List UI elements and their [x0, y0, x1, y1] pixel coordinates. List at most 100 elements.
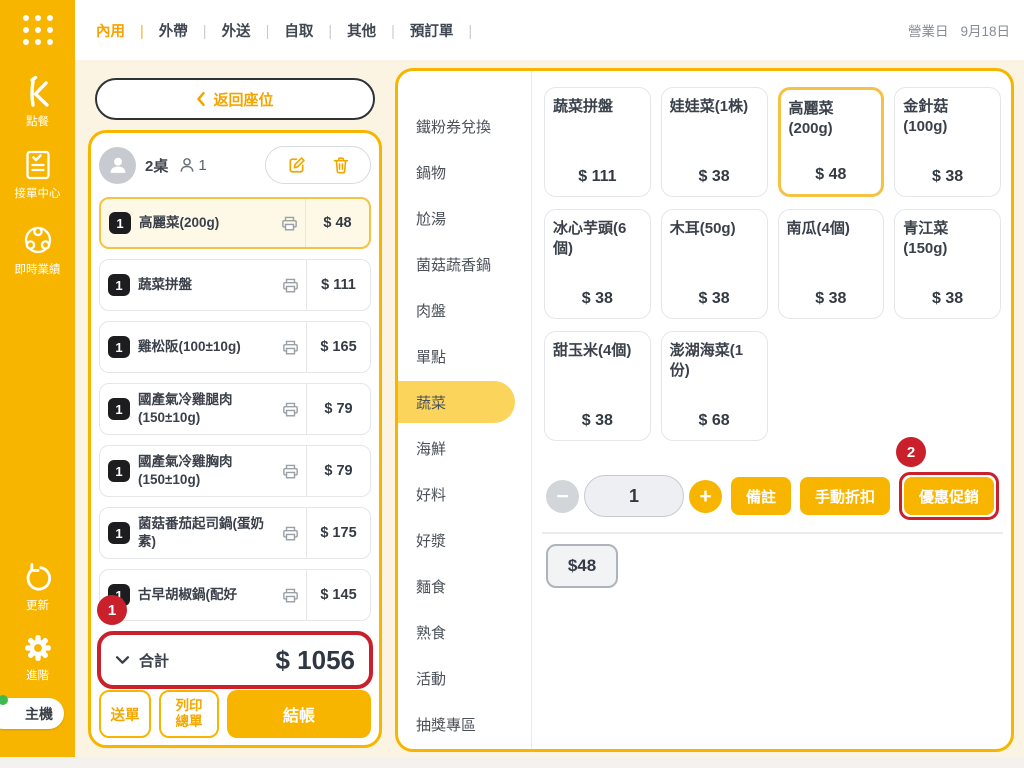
product-grid: 蔬菜拼盤 $ 111 娃娃菜(1株) $ 38 高麗菜(200g) $ 48 金… — [544, 87, 1001, 441]
selected-price-tag[interactable]: $48 — [546, 544, 618, 588]
item-qty-badge: 1 — [108, 274, 130, 296]
guest-person-icon — [178, 156, 196, 174]
product-card[interactable]: 冰心芋頭(6個) $ 38 — [544, 209, 651, 319]
product-card[interactable]: 金針菇(100g) $ 38 — [894, 87, 1001, 197]
product-card[interactable]: 澎湖海菜(1份) $ 68 — [661, 331, 768, 441]
host-label: 主機 — [25, 704, 53, 724]
order-type-tab[interactable]: 預訂單 — [410, 20, 487, 41]
category-item[interactable]: 鐵粉券兌換 — [398, 103, 531, 149]
order-type-tab[interactable]: 外送 — [222, 20, 285, 41]
item-price: $ 145 — [306, 570, 370, 620]
product-name: 青江菜(150g) — [903, 219, 992, 258]
order-type-tabs: 內用外帶 外送自取 其他 預訂單 — [96, 0, 487, 60]
category-item[interactable]: 鍋物 — [398, 149, 531, 195]
printer-icon[interactable] — [281, 586, 300, 605]
pencil-square-icon — [286, 155, 307, 176]
sidebar-item-label: 更新 — [26, 597, 49, 613]
order-type-tab[interactable]: 內用 — [96, 20, 159, 41]
category-label: 活動 — [416, 668, 446, 689]
category-item[interactable]: 單點 — [398, 333, 531, 379]
tab-label: 外帶 — [159, 24, 188, 40]
printer-icon[interactable] — [281, 462, 300, 481]
sidebar-item-advanced[interactable]: 進階 — [0, 632, 75, 683]
order-item[interactable]: 1 蔬菜拼盤 $ 111 — [99, 259, 371, 311]
order-item[interactable]: 1 菌菇番茄起司鍋(蛋奶素) $ 175 — [99, 507, 371, 559]
item-name: 雞松阪(100±10g) — [138, 338, 279, 356]
printer-icon[interactable] — [280, 214, 299, 233]
item-qty-badge: 1 — [108, 336, 130, 358]
product-price: $ 38 — [779, 290, 884, 308]
tab-label: 其他 — [347, 24, 376, 40]
order-total-bar[interactable]: 合計 $ 1056 — [97, 631, 373, 689]
item-qty-badge: 1 — [108, 398, 130, 420]
refresh-icon — [22, 562, 54, 594]
category-item[interactable]: 肉盤 — [398, 287, 531, 333]
printer-icon[interactable] — [281, 338, 300, 357]
sidebar-item-performance[interactable]: 即時業績 — [0, 222, 75, 277]
product-card[interactable]: 高麗菜(200g) $ 48 — [778, 87, 885, 197]
person-icon — [107, 154, 129, 176]
printer-icon[interactable] — [281, 524, 300, 543]
order-type-tab[interactable]: 外帶 — [159, 20, 222, 41]
tab-label: 自取 — [284, 24, 313, 40]
category-item[interactable]: 海鮮 — [398, 425, 531, 471]
order-item[interactable]: 1 古早胡椒鍋(配好 $ 145 — [99, 569, 371, 621]
category-item[interactable]: 好漿 — [398, 517, 531, 563]
order-type-tab[interactable]: 自取 — [284, 20, 347, 41]
order-type-tab[interactable]: 其他 — [347, 20, 410, 41]
product-card[interactable]: 娃娃菜(1株) $ 38 — [661, 87, 768, 197]
category-item[interactable]: 抽獎專區 — [398, 701, 531, 747]
back-button-label: 返回座位 — [213, 89, 273, 110]
divider — [542, 532, 1003, 534]
item-name: 高麗菜(200g) — [139, 214, 278, 232]
sidebar-item-label: 即時業績 — [15, 261, 61, 277]
order-item[interactable]: 1 國產氣冷雞腿肉 (150±10g) $ 79 — [99, 383, 371, 435]
sidebar-item-order[interactable]: 點餐 — [0, 74, 75, 129]
category-item[interactable]: 熟食 — [398, 609, 531, 655]
sidebar-item-label: 點餐 — [26, 113, 49, 129]
printer-icon[interactable] — [281, 276, 300, 295]
note-button[interactable]: 備註 — [731, 477, 791, 515]
send-order-button[interactable]: 送單 — [99, 690, 151, 738]
product-card[interactable]: 甜玉米(4個) $ 38 — [544, 331, 651, 441]
category-item[interactable]: 好料 — [398, 471, 531, 517]
annotation-badge-1: 1 — [97, 595, 127, 625]
trash-icon — [331, 155, 351, 175]
printer-icon[interactable] — [281, 400, 300, 419]
print-summary-button[interactable]: 列印 總單 — [159, 690, 219, 738]
edit-table-button[interactable] — [286, 155, 307, 176]
product-price: $ 38 — [895, 168, 1000, 186]
app-grid-button[interactable] — [0, 0, 75, 60]
order-item[interactable]: 1 高麗菜(200g) $ 48 — [99, 197, 371, 249]
host-pill[interactable]: 主機 — [0, 698, 64, 729]
checkout-button[interactable]: 結帳 — [227, 690, 371, 738]
category-item[interactable]: 尬湯 — [398, 195, 531, 241]
item-qty-badge: 1 — [109, 212, 131, 234]
total-label: 合計 — [139, 650, 169, 671]
item-name: 古早胡椒鍋(配好 — [138, 586, 279, 604]
category-item[interactable]: 活動 — [398, 655, 531, 701]
product-card[interactable]: 青江菜(150g) $ 38 — [894, 209, 1001, 319]
sidebar-item-order-center[interactable]: 接單中心 — [0, 148, 75, 201]
guest-count: 1 — [178, 156, 206, 174]
sidebar-item-label: 接單中心 — [15, 185, 61, 201]
order-item[interactable]: 1 國產氣冷雞胸肉 (150±10g) $ 79 — [99, 445, 371, 497]
category-item[interactable]: 菌菇蔬香鍋 — [398, 241, 531, 287]
delete-table-button[interactable] — [331, 155, 351, 175]
business-day-label: 營業日 — [908, 20, 949, 40]
back-to-seats-button[interactable]: 返回座位 — [95, 78, 375, 120]
product-card[interactable]: 木耳(50g) $ 38 — [661, 209, 768, 319]
order-item[interactable]: 1 雞松阪(100±10g) $ 165 — [99, 321, 371, 373]
product-card[interactable]: 蔬菜拼盤 $ 111 — [544, 87, 651, 197]
qty-plus-button[interactable]: + — [689, 480, 722, 513]
product-card[interactable]: 南瓜(4個) $ 38 — [778, 209, 885, 319]
category-item[interactable]: 麵食 — [398, 563, 531, 609]
category-item[interactable]: 蔬菜 — [398, 379, 531, 425]
manual-discount-button[interactable]: 手動折扣 — [800, 477, 890, 515]
checklist-icon — [21, 148, 55, 182]
qty-value[interactable]: 1 — [584, 475, 684, 517]
category-label: 菌菇蔬香鍋 — [416, 254, 491, 275]
promo-button[interactable]: 優惠促銷 — [904, 477, 994, 515]
qty-minus-button[interactable]: − — [546, 480, 579, 513]
sidebar-item-refresh[interactable]: 更新 — [0, 562, 75, 613]
